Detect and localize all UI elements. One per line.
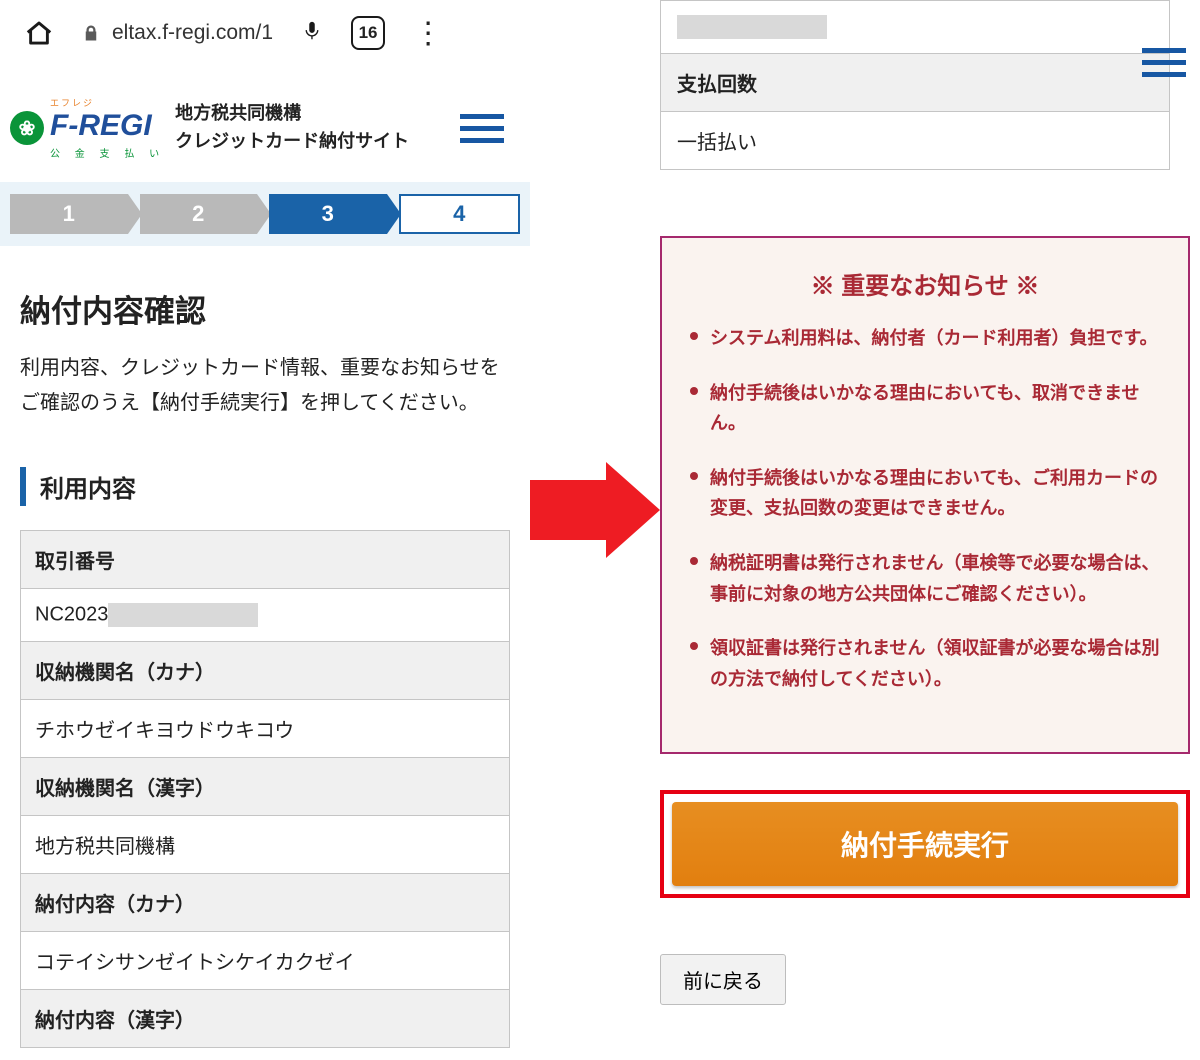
hamburger-menu-icon-right[interactable] (1142, 48, 1186, 77)
th-payment-kanji: 納付内容（漢字） (21, 989, 509, 1047)
notice-title: ※ 重要なお知らせ ※ (690, 266, 1160, 301)
site-title: 地方税共同機構 クレジットカード納付サイト (175, 100, 409, 156)
home-icon[interactable] (24, 18, 54, 48)
usage-table: 取引番号 NC2023 収納機関名（カナ） チホウゼイキヨウドウキコウ 収納機関… (20, 530, 510, 1048)
notice-item: 領収証書は発行されません（領収証書が必要な場合は別の方法で納付してください）。 (690, 633, 1160, 694)
important-notice-box: ※ 重要なお知らせ ※ システム利用料は、納付者（カード利用者）負担です。 納付… (660, 236, 1190, 754)
td-hidden-row (661, 1, 1169, 53)
kebab-menu-icon[interactable]: ⋮ (413, 29, 442, 38)
td-transaction-no: NC2023 (21, 588, 509, 641)
th-payment-count: 支払回数 (661, 53, 1169, 111)
site-header: ❀ エフレジ F-REGI 公 金 支 払 い 地方税共同機構 クレジットカード… (0, 68, 530, 182)
tab-count-badge[interactable]: 16 (351, 16, 385, 50)
step-1: 1 (10, 194, 128, 234)
back-button[interactable]: 前に戻る (660, 954, 786, 1005)
page-title: 納付内容確認 (20, 286, 530, 331)
notice-item: システム利用料は、納付者（カード利用者）負担です。 (690, 323, 1160, 354)
globe-icon: ❀ (10, 111, 44, 145)
brand-lockup: ❀ エフレジ F-REGI 公 金 支 払 い 地方税共同機構 クレジットカード… (10, 96, 409, 160)
notice-item: 納税証明書は発行されません（車検等で必要な場合は、事前に対象の地方公共団体にご確… (690, 548, 1160, 609)
step-2: 2 (140, 194, 258, 234)
th-org-kanji: 収納機関名（漢字） (21, 757, 509, 815)
td-payment-kana: コテイシサンゼイトシケイカクゼイ (21, 931, 509, 989)
step-3: 3 (269, 194, 387, 234)
page-description: 利用内容、クレジットカード情報、重要なお知らせをご確認のうえ【納付手続実行】を押… (20, 351, 510, 421)
browser-toolbar: eltax.f-regi.com/1 16 ⋮ (0, 0, 530, 68)
hamburger-menu-icon[interactable] (460, 114, 504, 143)
notice-item: 納付手続後はいかなる理由においても、ご利用カードの変更、支払回数の変更はできませ… (690, 463, 1160, 524)
step-4: 4 (399, 194, 521, 234)
payment-count-table: 支払回数 一括払い (660, 0, 1170, 170)
url-text: eltax.f-regi.com/1 (112, 21, 273, 45)
td-payment-count: 一括払い (661, 111, 1169, 169)
progress-stepper: 1 2 3 4 (0, 182, 530, 246)
execute-button-highlight: 納付手続実行 (660, 790, 1190, 898)
td-org-kanji: 地方税共同機構 (21, 815, 509, 873)
th-org-kana: 収納機関名（カナ） (21, 641, 509, 699)
redacted-block (108, 603, 258, 627)
execute-payment-button[interactable]: 納付手続実行 (672, 802, 1178, 886)
th-payment-kana: 納付内容（カナ） (21, 873, 509, 931)
td-org-kana: チホウゼイキヨウドウキコウ (21, 699, 509, 757)
th-transaction-no: 取引番号 (21, 531, 509, 588)
url-pill[interactable]: eltax.f-regi.com/1 (82, 21, 273, 45)
mic-icon[interactable] (301, 18, 323, 49)
notice-item: 納付手続後はいかなる理由においても、取消できません。 (690, 378, 1160, 439)
lock-icon (82, 23, 100, 43)
section-title-usage: 利用内容 (20, 467, 510, 506)
